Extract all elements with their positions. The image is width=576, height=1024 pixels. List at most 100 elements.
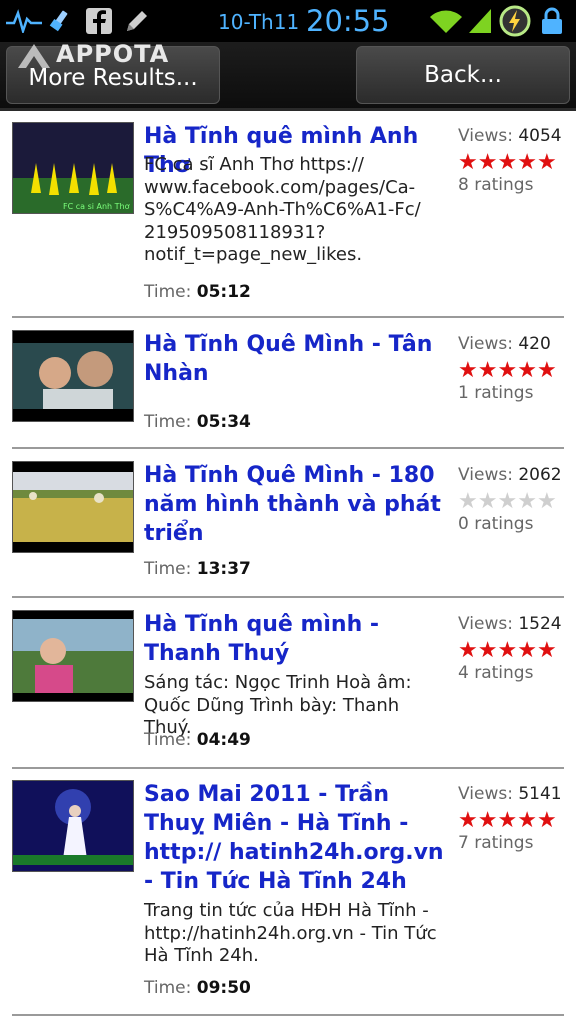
facebook-icon <box>84 6 114 36</box>
views-label: Views: <box>458 334 513 354</box>
time-value: 04:49 <box>196 730 251 750</box>
time-label: Time: <box>144 412 192 432</box>
status-time: 20:55 <box>306 4 390 38</box>
rating-stars: ★★★★★ <box>458 640 557 662</box>
video-thumbnail[interactable] <box>12 780 134 872</box>
video-duration: Time: 05:12 <box>144 282 251 302</box>
views-value: 5141 <box>518 784 562 804</box>
video-description: Trang tin tức của HĐH Hà Tĩnh - http://h… <box>144 900 437 966</box>
divider <box>12 767 564 769</box>
ratings-count: 0 ratings <box>458 514 534 534</box>
signal-icon <box>466 6 494 36</box>
video-duration: Time: 13:37 <box>144 559 251 579</box>
rating-stars: ★★★★★ <box>458 152 557 174</box>
star-icon: ★ <box>536 638 557 663</box>
video-title[interactable]: Hà Tĩnh Quê Mình - Tân Nhàn <box>144 330 444 388</box>
thumbnail-image <box>13 462 133 552</box>
views-value: 1524 <box>518 614 562 634</box>
more-results-button[interactable]: More Results... <box>6 46 220 104</box>
star-icon: ★ <box>517 489 537 514</box>
wifi-icon <box>428 6 464 36</box>
views-value: 2062 <box>518 465 562 485</box>
views-label: Views: <box>458 465 513 485</box>
thumbnail-image <box>13 781 133 871</box>
rating-stars: ★★★★★ <box>458 491 557 513</box>
time-value: 13:37 <box>196 559 251 579</box>
views-value: 4054 <box>518 126 562 146</box>
star-icon: ★ <box>497 489 518 514</box>
back-label: Back... <box>424 62 502 88</box>
views-label: Views: <box>458 614 513 634</box>
video-views: Views: 420 <box>458 334 551 354</box>
time-label: Time: <box>144 730 192 750</box>
star-icon: ★ <box>517 150 537 175</box>
time-value: 05:12 <box>196 282 251 302</box>
video-views: Views: 4054 <box>458 126 562 146</box>
video-views: Views: 5141 <box>458 784 562 804</box>
list-item[interactable]: Hà Tĩnh Quê Mình - Tân Nhàn Time: 05:34 … <box>12 330 564 448</box>
star-icon: ★ <box>536 358 557 383</box>
star-icon: ★ <box>497 150 518 175</box>
ratings-count: 8 ratings <box>458 175 534 195</box>
star-icon: ★ <box>477 150 498 175</box>
toolbar: More Results... Back... APPOTA <box>0 40 576 111</box>
video-thumbnail[interactable] <box>12 610 134 702</box>
star-icon: ★ <box>458 358 478 383</box>
list-item[interactable]: FC ca si Anh Thơ Hà Tĩnh quê mình Anh Th… <box>12 122 564 312</box>
divider <box>12 596 564 598</box>
star-icon: ★ <box>477 358 498 383</box>
list-item[interactable]: Hà Tĩnh Quê Mình - 180 năm hình thành và… <box>12 461 564 586</box>
list-item[interactable]: Sao Mai 2011 - Trần Thuỵ Miên - Hà Tĩnh … <box>12 780 564 1004</box>
video-title[interactable]: Sao Mai 2011 - Trần Thuỵ Miên - Hà Tĩnh … <box>144 780 444 896</box>
star-icon: ★ <box>458 808 478 833</box>
views-label: Views: <box>458 784 513 804</box>
video-views: Views: 2062 <box>458 465 562 485</box>
video-description: FC ca sĩ Anh Thơ https:// www.facebook.c… <box>144 154 421 265</box>
ratings-count: 1 ratings <box>458 383 534 403</box>
thumbnail-image <box>13 611 133 701</box>
video-thumbnail[interactable]: FC ca si Anh Thơ <box>12 122 134 214</box>
back-button[interactable]: Back... <box>356 46 570 104</box>
video-thumbnail[interactable] <box>12 461 134 553</box>
views-value: 420 <box>518 334 551 354</box>
video-duration: Time: 05:34 <box>144 412 251 432</box>
usb-icon <box>46 6 72 36</box>
rating-stars: ★★★★★ <box>458 360 557 382</box>
status-date: 10-Th11 <box>218 10 300 34</box>
star-icon: ★ <box>458 638 478 663</box>
time-label: Time: <box>144 978 192 998</box>
video-title[interactable]: Hà Tĩnh quê mình - Thanh Thuý <box>144 610 444 668</box>
divider <box>12 1014 564 1016</box>
more-results-label: More Results... <box>28 65 198 91</box>
star-icon: ★ <box>477 808 498 833</box>
lock-icon <box>538 6 566 36</box>
star-icon: ★ <box>497 358 518 383</box>
svg-text:FC ca si Anh Thơ: FC ca si Anh Thơ <box>63 202 130 211</box>
video-duration: Time: 04:49 <box>144 730 251 750</box>
rating-stars: ★★★★★ <box>458 810 557 832</box>
status-bar: 10-Th11 20:55 <box>0 0 576 42</box>
video-thumbnail[interactable] <box>12 330 134 422</box>
divider <box>12 316 564 318</box>
star-icon: ★ <box>458 489 478 514</box>
ratings-count: 4 ratings <box>458 663 534 683</box>
thumbnail-image: FC ca si Anh Thơ <box>13 123 133 213</box>
star-icon: ★ <box>517 358 537 383</box>
pencil-icon <box>122 6 152 36</box>
star-icon: ★ <box>536 150 557 175</box>
star-icon: ★ <box>477 489 498 514</box>
star-icon: ★ <box>497 638 518 663</box>
thumbnail-image <box>13 331 133 421</box>
star-icon: ★ <box>458 150 478 175</box>
video-duration: Time: 09:50 <box>144 978 251 998</box>
battery-charging-icon <box>498 5 532 37</box>
list-item[interactable]: Hà Tĩnh quê mình - Thanh Thuý Sáng tác: … <box>12 610 564 760</box>
ratings-count: 7 ratings <box>458 833 534 853</box>
video-views: Views: 1524 <box>458 614 562 634</box>
star-icon: ★ <box>536 808 557 833</box>
video-title[interactable]: Hà Tĩnh Quê Mình - 180 năm hình thành và… <box>144 461 444 548</box>
pulse-icon <box>6 6 42 36</box>
time-value: 05:34 <box>196 412 251 432</box>
star-icon: ★ <box>477 638 498 663</box>
divider <box>12 447 564 449</box>
